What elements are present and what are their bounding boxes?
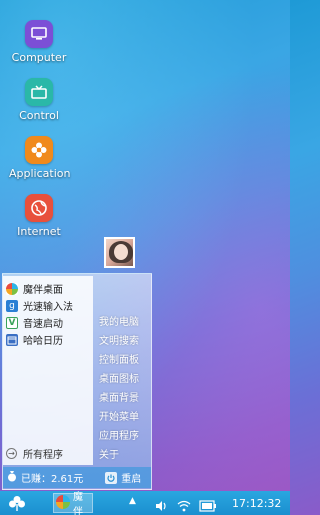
v-launcher-icon: V bbox=[6, 316, 18, 329]
start-app-label: 哈哈日历 bbox=[23, 336, 63, 347]
start-app-label: 光速输入法 bbox=[23, 302, 73, 313]
desktop-icon-label: Application bbox=[9, 167, 71, 180]
restart-button[interactable]: 重启 bbox=[105, 470, 141, 485]
power-icon bbox=[105, 471, 118, 484]
right-menu-search[interactable]: 文明搜索 bbox=[99, 332, 139, 347]
all-programs-button[interactable]: → 所有程序 bbox=[6, 446, 63, 461]
wifi-icon[interactable] bbox=[177, 497, 191, 515]
right-menu-about[interactable]: 关于 bbox=[99, 446, 119, 461]
desktop-icon-label: Computer bbox=[11, 51, 67, 64]
taskbar: 魔伴 ▲ 17:12:32 bbox=[0, 491, 290, 515]
pinwheel-icon bbox=[56, 494, 70, 512]
right-menu-applications[interactable]: 应用程序 bbox=[99, 427, 139, 442]
start-app-item[interactable]: V 音速启动 bbox=[6, 314, 63, 331]
desktop-icon-label: Internet bbox=[17, 225, 61, 238]
start-app-label: 音速启动 bbox=[23, 319, 63, 330]
right-menu-desktop-icons[interactable]: 桌面图标 bbox=[99, 370, 139, 385]
keyboard-g-icon: g bbox=[6, 299, 18, 312]
taskbar-app-button[interactable]: 魔伴 bbox=[53, 492, 93, 515]
restart-label: 重启 bbox=[121, 474, 142, 485]
desktop-icon-control[interactable]: Control bbox=[9, 78, 69, 122]
right-menu-my-computer[interactable]: 我的电脑 bbox=[99, 313, 139, 328]
monitor-icon bbox=[25, 20, 53, 48]
all-programs-label: 所有程序 bbox=[23, 449, 63, 461]
clock[interactable]: 17:12:32 bbox=[232, 497, 281, 510]
right-menu-start-menu[interactable]: 开始菜单 bbox=[99, 408, 139, 423]
desktop-icon-internet[interactable]: Internet bbox=[9, 194, 69, 238]
desktop-icon-computer[interactable]: Computer bbox=[9, 20, 69, 64]
money-bag-icon bbox=[7, 470, 17, 485]
start-app-item[interactable]: 魔伴桌面 bbox=[6, 280, 63, 297]
arrow-right-icon: → bbox=[6, 447, 17, 459]
right-menu-desktop-background[interactable]: 桌面背景 bbox=[99, 389, 139, 404]
right-menu-control-panel[interactable]: 控制面板 bbox=[99, 351, 139, 366]
desktop-icon-application[interactable]: Application bbox=[9, 136, 71, 180]
chevron-up-icon[interactable]: ▲ bbox=[129, 496, 136, 506]
battery-icon[interactable] bbox=[199, 497, 217, 515]
volume-icon[interactable] bbox=[155, 497, 169, 515]
desktop-icon-label: Control bbox=[19, 109, 59, 122]
avatar[interactable] bbox=[104, 237, 135, 268]
start-app-item[interactable]: g 光速输入法 bbox=[6, 297, 73, 314]
globe-icon bbox=[25, 194, 53, 222]
pinwheel-icon bbox=[6, 282, 18, 295]
clover-icon bbox=[9, 496, 25, 511]
tv-icon bbox=[25, 78, 53, 106]
calendar-icon bbox=[6, 333, 18, 346]
start-app-label: 魔伴桌面 bbox=[23, 285, 63, 296]
start-button[interactable] bbox=[8, 495, 26, 515]
flower-icon bbox=[25, 136, 53, 164]
start-menu-status-bar: 已赚：2.61元 重启 bbox=[3, 467, 151, 488]
start-app-item[interactable]: 哈哈日历 bbox=[6, 331, 63, 348]
earnings-text: 已赚：2.61元 bbox=[21, 474, 84, 485]
taskbar-app-label: 魔伴 bbox=[73, 492, 83, 515]
